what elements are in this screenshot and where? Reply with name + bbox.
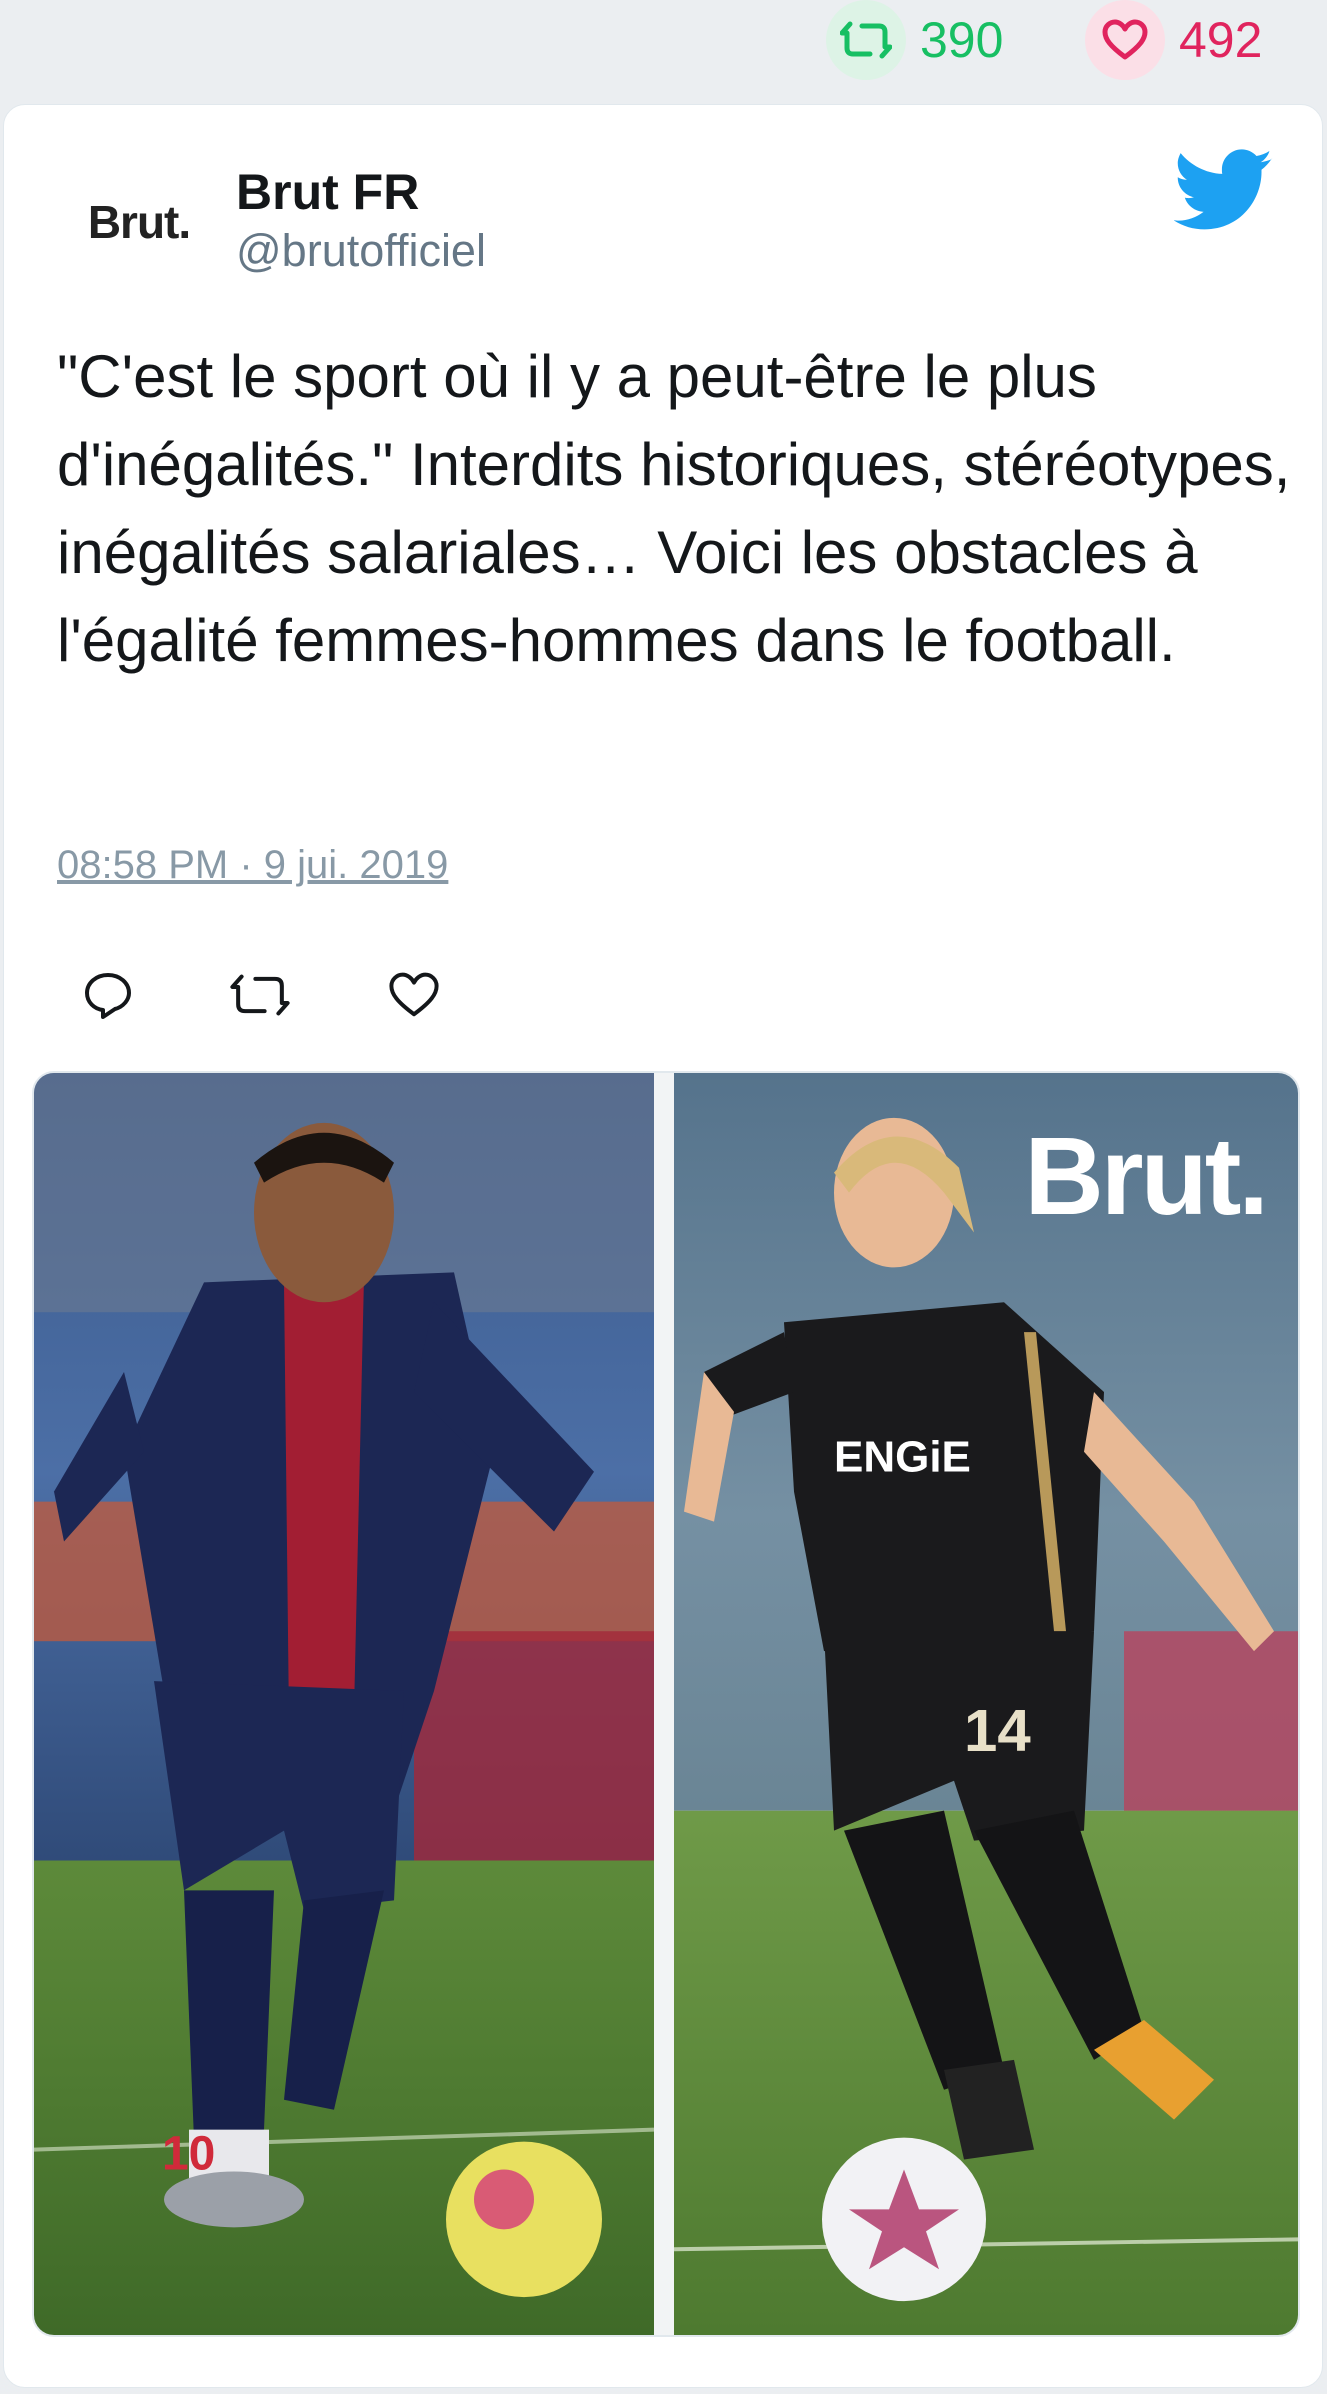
reply-icon[interactable]: [68, 955, 148, 1035]
media-divider: [654, 1073, 674, 2335]
brut-watermark: Brut.: [1024, 1115, 1269, 1238]
heart-icon[interactable]: [374, 955, 454, 1035]
retweet-count[interactable]: 390: [826, 0, 1003, 80]
like-count[interactable]: 492: [1085, 0, 1262, 80]
twitter-bird-icon[interactable]: [1173, 149, 1274, 233]
avatar[interactable]: Brut.: [54, 157, 224, 287]
author-handle[interactable]: @brutofficiel: [236, 225, 486, 277]
tweet-timestamp[interactable]: 08:58 PM · 9 jui. 2019: [57, 843, 448, 888]
avatar-logo-text: Brut.: [87, 196, 191, 248]
right-sponsor-text: ENGiE: [834, 1433, 971, 1482]
left-jersey-number: 10: [162, 2128, 215, 2181]
photo-male-player: 10: [34, 1073, 654, 2335]
tweet-text: "C'est le sport où il y a peut-être le p…: [57, 343, 1308, 674]
retweet-icon[interactable]: [220, 955, 300, 1035]
tweet-card: Brut. Brut FR @brutofficiel "C'est le sp…: [3, 104, 1323, 2388]
author-name[interactable]: Brut FR: [236, 163, 419, 221]
right-jersey-number: 14: [964, 1697, 1031, 1764]
heart-stat-icon: [1085, 0, 1165, 80]
retweet-count-value: 390: [920, 12, 1004, 68]
tweet-media-image[interactable]: 10 ENGiE 14 Brut.: [32, 1071, 1300, 2337]
tweet-stats-bar: 390 492: [0, 0, 1327, 90]
photo-female-player: ENGiE 14 Brut.: [674, 1073, 1298, 2335]
like-count-value: 492: [1179, 12, 1263, 68]
retweet-stat-icon: [826, 0, 906, 80]
